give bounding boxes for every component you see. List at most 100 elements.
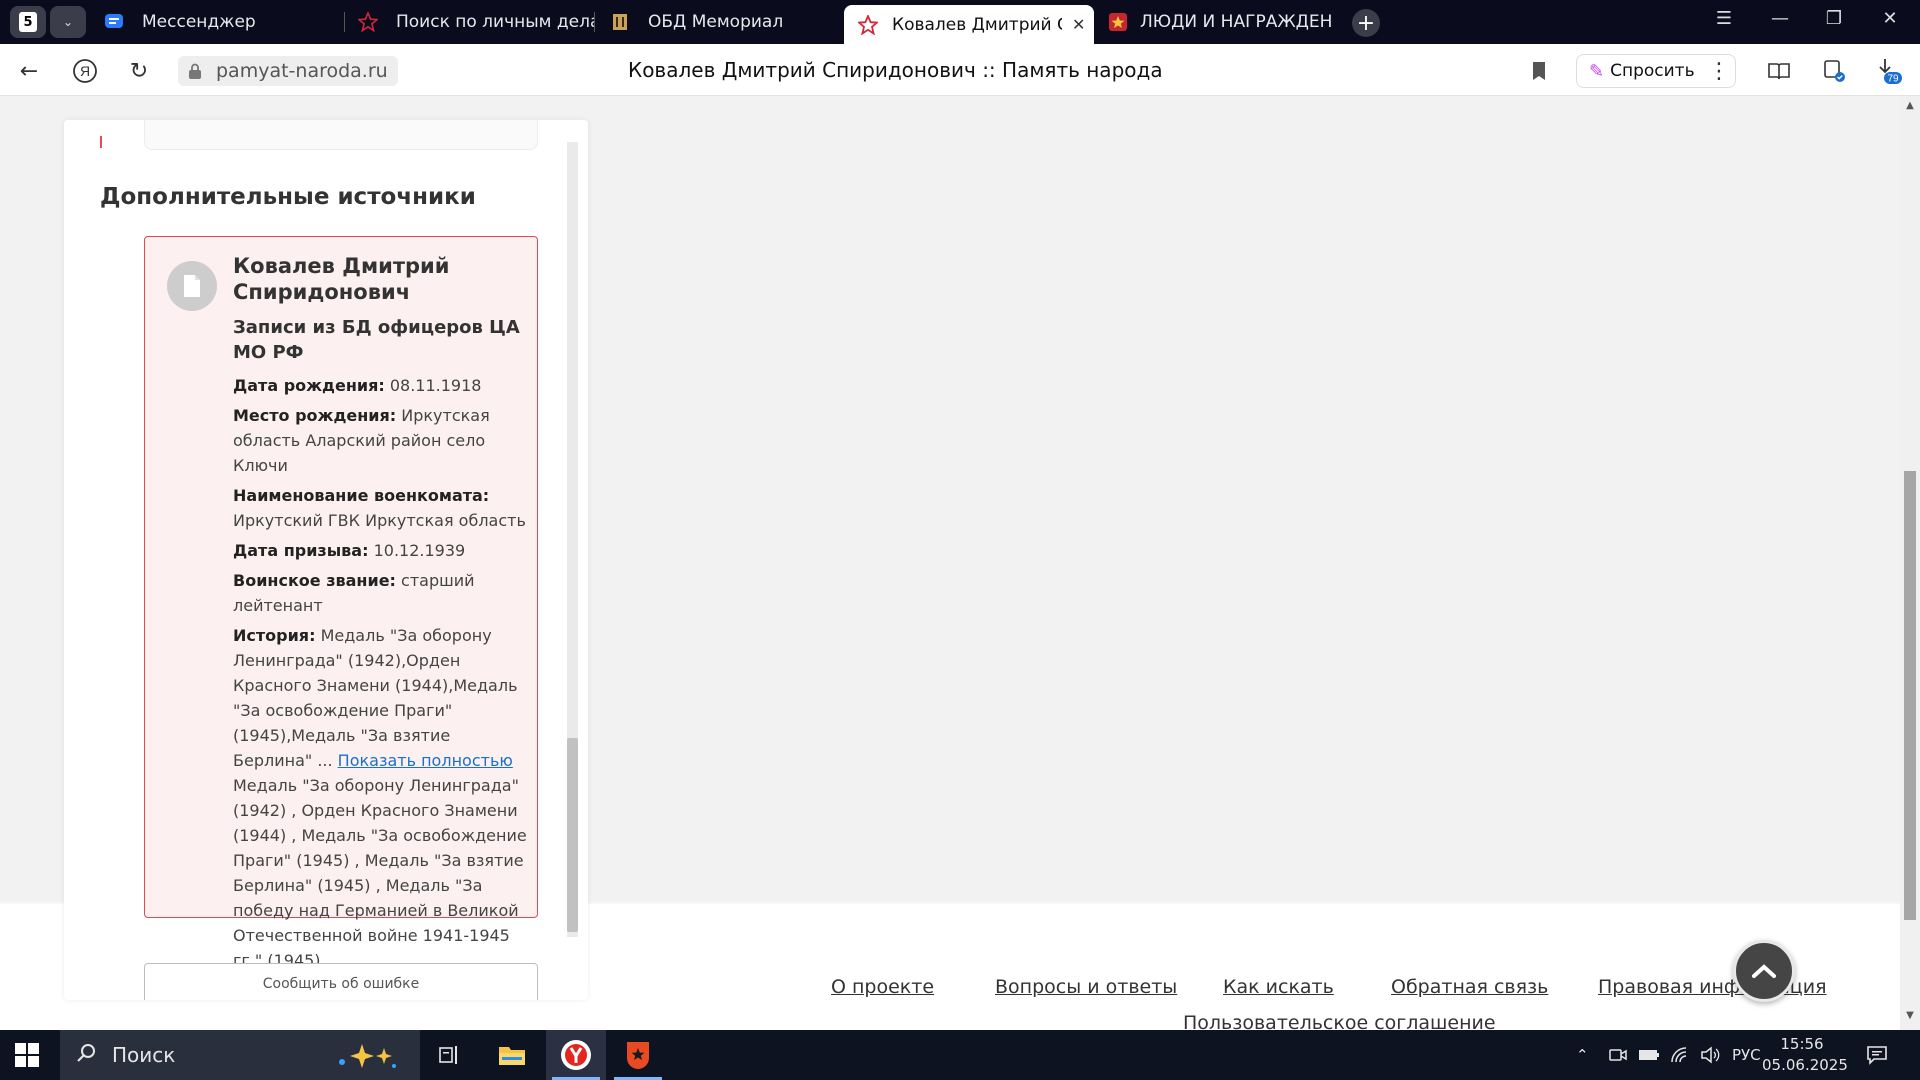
pinned-app-taskbar-button[interactable] (608, 1030, 668, 1080)
sparkle-icon: ✎ (1589, 60, 1605, 82)
panel-scrollbar-thumb[interactable] (567, 738, 578, 932)
close-icon: ✕ (1882, 8, 1898, 29)
footer-link-feedback[interactable]: Обратная связь (1391, 976, 1548, 998)
tab-counter: 5 (19, 12, 37, 32)
close-window-button[interactable]: ✕ (1870, 8, 1910, 29)
yandex-browser-taskbar-button[interactable] (546, 1030, 606, 1080)
tab-dropdown-button[interactable]: ⌄ (50, 6, 86, 38)
tab-people-awards[interactable]: ЛЮДИ И НАГРАЖДЕНИЯ (1108, 5, 1334, 39)
enlistment-office-field: Наименование военкомата: Иркутский ГВК И… (233, 486, 526, 530)
taskbar-search[interactable]: Поиск (60, 1030, 420, 1080)
tab-personal-files-search[interactable]: Поиск по личным делам I (358, 5, 594, 39)
folder-icon (499, 1047, 525, 1065)
minimize-button[interactable]: — (1760, 8, 1800, 29)
footer-link-about[interactable]: О проекте (831, 976, 934, 998)
star-icon (358, 12, 378, 32)
source-title: Записи из БД офицеров ЦА МО РФ (233, 317, 520, 363)
footer-link-how-to-search[interactable]: Как искать (1223, 976, 1334, 998)
language-indicator[interactable]: РУС (1732, 1030, 1761, 1080)
more-menu-button[interactable]: ⋮ (1704, 56, 1734, 86)
tab-obd-memorial[interactable]: ОБД Мемориал (610, 5, 830, 39)
arrow-left-icon: ← (19, 58, 39, 84)
main-scrollbar-thumb[interactable] (1904, 471, 1916, 920)
bookmark-button[interactable] (1524, 56, 1554, 86)
tray-overflow-button[interactable]: ⌃ (1576, 1030, 1589, 1080)
windows-taskbar: Поиск ⌃ РУС 15:56 05.06.2025 (0, 1030, 1920, 1080)
bookmark-icon (1533, 62, 1545, 80)
minimize-icon: — (1771, 8, 1789, 29)
meet-now-icon[interactable] (1608, 1030, 1628, 1080)
url-field[interactable]: pamyat-naroda.ru (178, 56, 398, 86)
restore-icon: ❐ (1825, 8, 1843, 29)
reader-button[interactable] (1764, 56, 1794, 86)
volume-icon[interactable] (1700, 1030, 1722, 1080)
sparkle-icon (332, 1042, 402, 1075)
wifi-icon[interactable] (1670, 1030, 1690, 1080)
section-title: Дополнительные источники (100, 184, 476, 210)
browser-menu-button[interactable]: ☰ (1704, 8, 1744, 29)
main-scrollbar[interactable]: ▲ ▼ (1900, 96, 1920, 1030)
scroll-down-arrow-icon[interactable]: ▼ (1904, 1010, 1916, 1022)
windows-icon (15, 1043, 39, 1067)
downloads-button[interactable]: 79 (1874, 56, 1904, 86)
shield-star-icon (627, 1042, 649, 1069)
tab-messenger[interactable]: Мессенджер (104, 5, 344, 39)
hamburger-icon: ☰ (1715, 8, 1733, 29)
restore-button[interactable]: ❐ (1814, 8, 1854, 29)
source-record-card: Ковалев Дмитрий Спиридонович Записи из Б… (144, 236, 538, 970)
sources-panel: Дополнительные источники Ковалев Дмитрий… (64, 120, 588, 1000)
svg-text:Я: Я (80, 63, 90, 79)
more-vertical-icon: ⋮ (1708, 58, 1730, 84)
tab-kovalev-active[interactable]: Ковалев Дмитрий Спи ✕ (844, 5, 1094, 44)
medal-icon (1108, 12, 1128, 32)
translate-button[interactable] (1820, 56, 1850, 86)
chevron-up-icon: ⌃ (1576, 1046, 1589, 1064)
previous-card (144, 120, 538, 150)
draft-date-field: Дата призыва: 10.12.1939 (233, 541, 466, 560)
star-icon (858, 14, 878, 35)
browser-tab-bar: 5 ⌄ Мессенджер Поиск по личным делам I О… (0, 0, 1920, 44)
yandex-browser-icon (561, 1040, 591, 1070)
page-viewport: Дополнительные источники Ковалев Дмитрий… (0, 96, 1900, 1030)
back-button[interactable]: ← (14, 56, 44, 86)
history-field: История: Медаль "За оборону Ленинграда" … (233, 626, 527, 970)
show-full-link[interactable]: Показать полностью (338, 751, 513, 770)
reload-button[interactable]: ↻ (124, 56, 154, 86)
footer-link-faq[interactable]: Вопросы и ответы (995, 976, 1177, 998)
chat-icon (104, 12, 124, 32)
rank-field: Воинское звание: старший лейтенант (233, 571, 475, 615)
task-view-button[interactable] (420, 1030, 480, 1080)
notifications-button[interactable] (1866, 1030, 1888, 1080)
scroll-to-top-button[interactable] (1733, 940, 1795, 1002)
book-icon (1768, 63, 1790, 80)
chevron-down-icon: ⌄ (62, 15, 74, 29)
battery-icon[interactable] (1638, 1030, 1660, 1080)
notification-icon (1867, 1046, 1887, 1065)
address-bar: ← Я ↻ pamyat-naroda.ru Ковалев Дмитрий С… (0, 44, 1920, 96)
translate-icon (1824, 60, 1845, 82)
birth-date-field: Дата рождения: 08.11.1918 (233, 376, 482, 395)
system-clock[interactable]: 15:56 05.06.2025 (1762, 1034, 1848, 1076)
file-explorer-button[interactable] (482, 1030, 542, 1080)
lock-icon (189, 63, 201, 79)
tab-counter-button[interactable]: 5 (10, 6, 46, 38)
new-tab-button[interactable]: + (1352, 9, 1380, 37)
report-error-button[interactable]: Сообщить об ошибке (144, 963, 538, 1000)
footer-link-user-agreement[interactable]: Пользовательское соглашение (1183, 1012, 1496, 1030)
close-tab-icon[interactable]: ✕ (1072, 15, 1085, 34)
svg-text:79: 79 (1887, 74, 1899, 85)
scroll-up-arrow-icon[interactable]: ▲ (1904, 100, 1916, 112)
plus-icon: + (1356, 10, 1376, 36)
chevron-up-icon (1752, 964, 1776, 978)
birth-place-field: Место рождения: Иркутская область Аларск… (233, 406, 490, 475)
reload-icon: ↻ (129, 58, 149, 84)
start-button[interactable] (14, 1042, 40, 1068)
yandex-button[interactable]: Я (70, 56, 100, 86)
page-title: Ковалев Дмитрий Спиридонович :: Память н… (628, 58, 1163, 82)
document-icon (167, 261, 217, 311)
search-icon (76, 1043, 96, 1068)
yandex-icon: Я (73, 59, 97, 83)
person-name: Ковалев Дмитрий Спиридонович (233, 254, 450, 304)
download-icon: 79 (1879, 59, 1902, 85)
memorial-icon (610, 12, 630, 32)
